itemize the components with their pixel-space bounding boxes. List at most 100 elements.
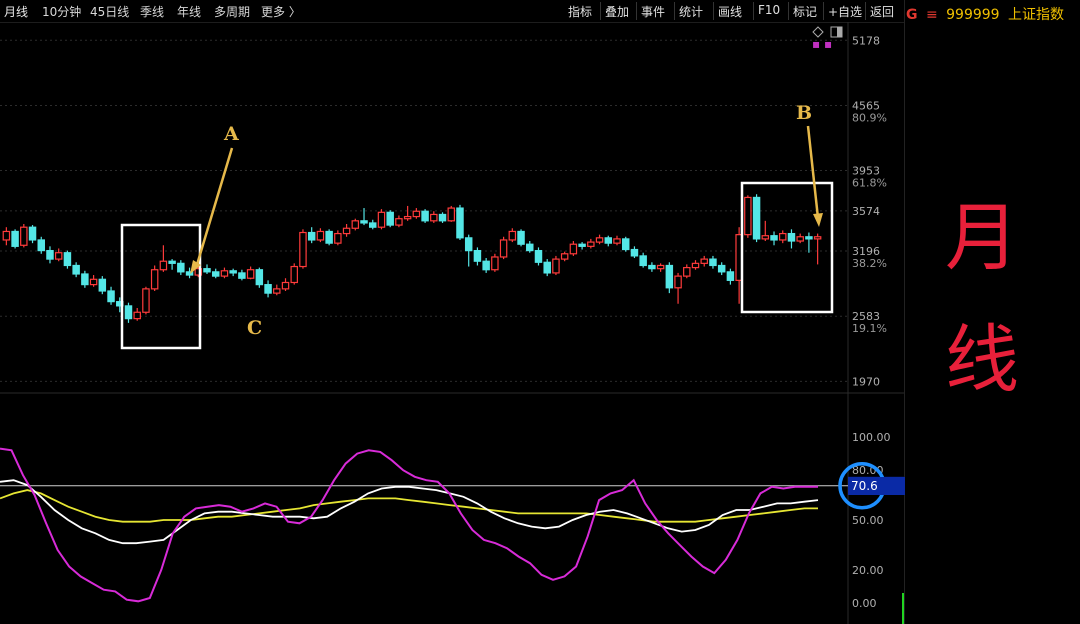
period-tab-0[interactable]: 月线 bbox=[4, 3, 28, 20]
annotation-label-c: C bbox=[247, 317, 262, 339]
candle-body bbox=[464, 237, 473, 252]
oscillator-value-badge: 70.6 bbox=[848, 476, 905, 495]
toolbar-button-7[interactable]: +自选 bbox=[828, 3, 862, 20]
candle-body bbox=[255, 269, 264, 286]
candle-body bbox=[805, 236, 813, 240]
candle-body bbox=[447, 207, 455, 222]
diamond-icon bbox=[812, 26, 824, 38]
candle-body bbox=[403, 215, 412, 220]
candle-body bbox=[107, 290, 115, 303]
candle-body bbox=[482, 260, 490, 271]
arrow-b bbox=[806, 125, 820, 219]
candle-body bbox=[813, 236, 822, 240]
annotation-label-b: B bbox=[796, 102, 812, 124]
candle-body bbox=[473, 249, 482, 262]
candle-body bbox=[621, 238, 630, 251]
toolbar-button-0[interactable]: 指标 bbox=[568, 3, 592, 20]
candle-body bbox=[674, 275, 682, 289]
candle-body bbox=[377, 211, 386, 228]
candle-body bbox=[499, 239, 508, 258]
candle-body bbox=[569, 243, 578, 255]
toolbar-button-5[interactable]: F10 bbox=[758, 3, 780, 17]
candle-body bbox=[526, 243, 534, 252]
period-tab-1[interactable]: 10分钟 bbox=[42, 3, 81, 20]
candle-body bbox=[150, 269, 159, 290]
toolbar-button-8[interactable]: 返回 bbox=[870, 3, 894, 20]
candle-body bbox=[334, 232, 342, 244]
candle-body bbox=[534, 249, 543, 263]
security-name: 上证指数 bbox=[1008, 7, 1065, 23]
candle-body bbox=[613, 238, 621, 244]
candle-body bbox=[351, 220, 360, 229]
security-header[interactable]: G ≡ 999999 上证指数 bbox=[906, 4, 1064, 24]
candle-body bbox=[604, 237, 613, 244]
fib-ratio-label: 80.9% bbox=[852, 111, 887, 124]
candle-body bbox=[412, 210, 421, 218]
osc-tick-label: 0.00 bbox=[852, 597, 877, 610]
candle-body bbox=[20, 226, 28, 246]
period-tab-6[interactable]: 更多 〉 bbox=[261, 3, 301, 20]
candle-body bbox=[264, 284, 272, 294]
candle-body bbox=[290, 265, 298, 284]
period-tab-2[interactable]: 45日线 bbox=[90, 3, 129, 20]
candle-body bbox=[656, 264, 665, 270]
candle-body bbox=[491, 256, 499, 271]
candle-body bbox=[72, 264, 80, 275]
candle-body bbox=[299, 231, 307, 268]
candle-body bbox=[700, 258, 708, 264]
toolbar-button-4[interactable]: 画线 bbox=[718, 3, 742, 20]
candle-body bbox=[159, 260, 168, 271]
candle-body bbox=[273, 288, 281, 294]
menu-icon[interactable]: ≡ bbox=[926, 7, 938, 23]
toolbar-button-6[interactable]: 标记 bbox=[793, 3, 817, 20]
toolbar-divider bbox=[788, 2, 789, 20]
toolbar-button-2[interactable]: 事件 bbox=[641, 3, 665, 20]
candle-body bbox=[386, 211, 394, 226]
toolbar-button-3[interactable]: 统计 bbox=[679, 3, 703, 20]
osc-white-line bbox=[0, 479, 819, 545]
candle-body bbox=[421, 210, 429, 222]
period-tab-5[interactable]: 多周期 bbox=[214, 3, 250, 20]
fib-ratio-label: 19.1% bbox=[852, 322, 887, 335]
security-code: 999999 bbox=[946, 7, 1000, 23]
kline-chart[interactable]: 517845653953357431962583197080.9%61.8%38… bbox=[0, 22, 904, 624]
candle-body bbox=[229, 270, 237, 274]
candle-body bbox=[316, 230, 325, 241]
toolbar-button-1[interactable]: 叠加 bbox=[605, 3, 629, 20]
candle-body bbox=[238, 272, 246, 279]
arrow-a bbox=[194, 147, 234, 269]
period-tab-3[interactable]: 季线 bbox=[140, 3, 164, 20]
candle-body bbox=[770, 235, 778, 241]
candle-body bbox=[307, 231, 316, 241]
candle-body bbox=[691, 262, 700, 269]
candle-body bbox=[133, 311, 141, 320]
candle-body bbox=[11, 230, 19, 247]
toolbar-divider bbox=[674, 2, 675, 20]
candle-body bbox=[456, 207, 464, 239]
candle-body bbox=[726, 271, 735, 281]
candle-body bbox=[81, 273, 89, 286]
annotation-label-a: A bbox=[223, 123, 239, 145]
marker-dots: ▪ ▪ bbox=[812, 37, 832, 51]
osc-tick-label: 50.00 bbox=[852, 514, 884, 527]
candle-body bbox=[543, 261, 551, 274]
candle-body bbox=[203, 268, 211, 273]
candle-body bbox=[744, 196, 752, 236]
candle-body bbox=[369, 222, 377, 228]
flag-icon: G bbox=[906, 7, 918, 23]
candle-body bbox=[761, 235, 770, 240]
candle-body bbox=[595, 237, 604, 243]
period-tab-4[interactable]: 年线 bbox=[177, 3, 201, 20]
candle-body bbox=[281, 281, 290, 290]
candle-body bbox=[709, 258, 717, 267]
candle-body bbox=[560, 253, 569, 260]
candle-body bbox=[648, 264, 656, 270]
price-tick-label: 5178 bbox=[852, 34, 880, 47]
arrow-b-head bbox=[813, 213, 823, 227]
candle-body bbox=[665, 264, 674, 289]
toolbar-divider bbox=[600, 2, 601, 20]
candle-body bbox=[517, 230, 525, 245]
candle-body bbox=[787, 232, 796, 242]
candle-body bbox=[177, 262, 185, 273]
side-title-char-1: 月 bbox=[945, 195, 1019, 281]
